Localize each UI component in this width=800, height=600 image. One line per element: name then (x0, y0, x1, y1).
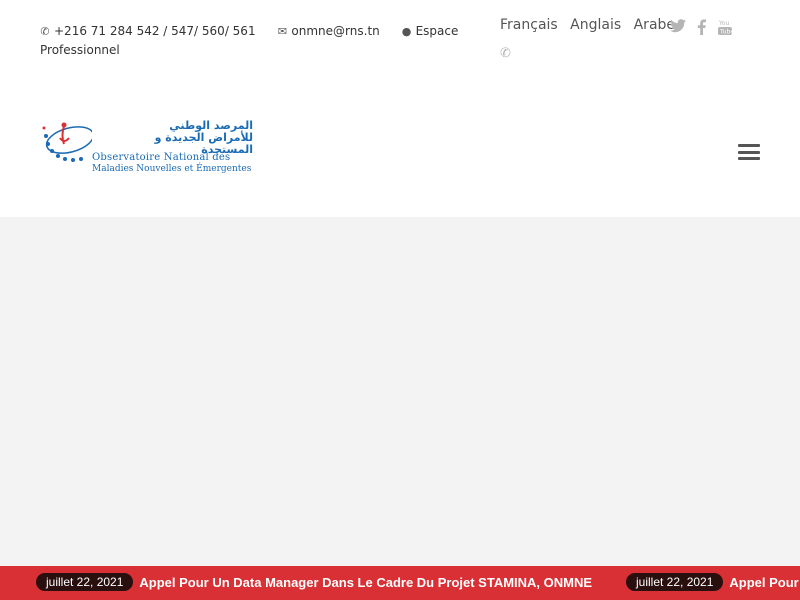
site-logo[interactable]: المرصد الوطني للأمراض الجديدة و المستجدة… (40, 118, 255, 178)
user-icon: ● (401, 25, 412, 38)
ticker-date: juillet 22, 2021 (36, 573, 134, 591)
logo-line-1: Observatoire National des (92, 152, 231, 163)
logo-emblem-icon (42, 122, 92, 162)
logo-line-2: Maladies Nouvelles et Émergentes (92, 164, 252, 174)
email-contact[interactable]: ✉ onmne@rns.tn (277, 24, 383, 38)
phone-number: +216 71 284 542 / 547/ 560/ 561 (54, 24, 256, 38)
contact-line: ✆ +216 71 284 542 / 547/ 560/ 561 ✉ onmne@… (40, 22, 460, 60)
svg-text:You: You (718, 20, 730, 27)
ticker-date: juillet 22, 2021 (626, 573, 724, 591)
menu-icon[interactable] (738, 144, 760, 160)
phone-icon-secondary[interactable]: ✆ (500, 46, 511, 61)
phone-icon: ✆ (40, 25, 50, 38)
ticker-title: Appel Pour Un Data Manager Dans Le Cadre… (729, 574, 800, 590)
top-bar: ✆ +216 71 284 542 / 547/ 560/ 561 ✉ onmne@… (0, 0, 800, 80)
svg-text:Tube: Tube (719, 29, 732, 36)
lang-francais[interactable]: Français (500, 17, 558, 33)
main-content-area (0, 217, 800, 566)
ticker-item[interactable]: juillet 22, 2021 Appel Pour Un Data Mana… (36, 572, 592, 592)
twitter-icon[interactable] (670, 19, 686, 37)
logo-arabic-text: المرصد الوطني للأمراض الجديدة و المستجدة (154, 119, 253, 156)
phone-contact[interactable]: ✆ +216 71 284 542 / 547/ 560/ 561 (40, 24, 259, 38)
facebook-icon[interactable] (697, 19, 706, 39)
email-address: onmne@rns.tn (291, 24, 380, 38)
lang-arabe[interactable]: Arabe (634, 17, 675, 33)
language-menu: Français Anglais Arabe (500, 17, 683, 33)
ticker-item[interactable]: juillet 22, 2021 Appel Pour Un Data Mana… (626, 572, 800, 592)
news-ticker: juillet 22, 2021 Appel Pour Un Data Mana… (0, 566, 800, 600)
lang-anglais[interactable]: Anglais (570, 17, 621, 33)
site-header: المرصد الوطني للأمراض الجديدة و المستجدة… (0, 80, 800, 217)
envelope-icon: ✉ (277, 25, 288, 38)
ticker-title: Appel Pour Un Data Manager Dans Le Cadre… (139, 574, 593, 590)
youtube-icon[interactable]: You Tube (718, 19, 734, 40)
